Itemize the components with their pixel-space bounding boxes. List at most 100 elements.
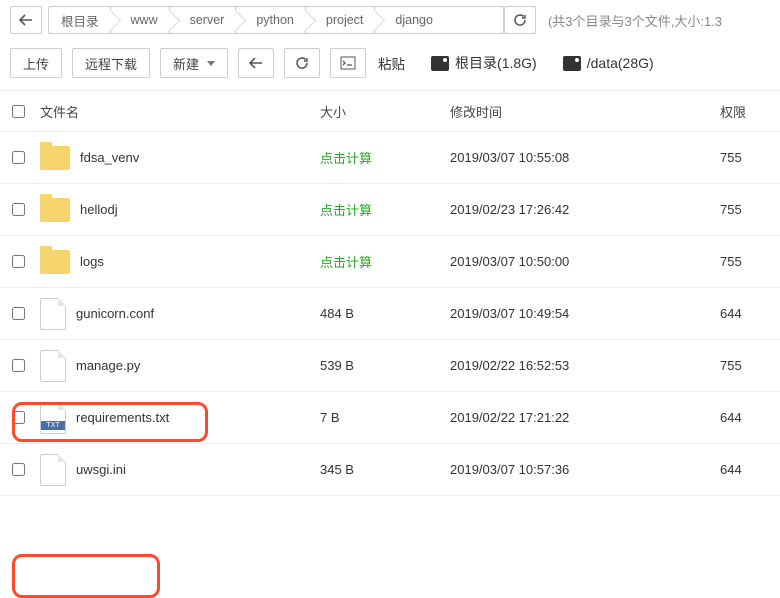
- col-perm[interactable]: 权限: [716, 102, 776, 121]
- refresh-button[interactable]: [504, 6, 536, 34]
- table-row[interactable]: fdsa_venv点击计算2019/03/07 10:55:08755: [0, 132, 780, 184]
- file-perm: 755: [716, 202, 776, 217]
- file-name[interactable]: fdsa_venv: [80, 150, 139, 165]
- file-size[interactable]: 点击计算: [316, 252, 446, 271]
- row-check-cell: [0, 463, 36, 476]
- row-check-cell: [0, 151, 36, 164]
- terminal-button[interactable]: [330, 48, 366, 78]
- remote-download-button[interactable]: 远程下载: [72, 48, 150, 78]
- file-perm: 755: [716, 150, 776, 165]
- file-name-cell: fdsa_venv: [36, 146, 316, 170]
- file-icon: [40, 350, 66, 382]
- arrow-left-icon: [19, 14, 33, 26]
- row-checkbox[interactable]: [12, 151, 25, 164]
- file-name[interactable]: manage.py: [76, 358, 140, 373]
- row-checkbox[interactable]: [12, 411, 25, 424]
- file-size: 7 B: [316, 410, 446, 425]
- breadcrumb-item[interactable]: python: [235, 6, 311, 34]
- file-name-cell: gunicorn.conf: [36, 298, 316, 330]
- disk-root[interactable]: 根目录(1.8G): [431, 53, 537, 73]
- file-perm: 755: [716, 358, 776, 373]
- upload-label: 上传: [23, 54, 49, 73]
- txt-file-icon: [40, 402, 66, 434]
- disk-icon: [563, 56, 581, 71]
- file-perm: 644: [716, 462, 776, 477]
- table-row[interactable]: logs 点击计算2019/03/07 10:50:00755: [0, 236, 780, 288]
- disk-data[interactable]: /data(28G): [563, 55, 654, 71]
- paste-label[interactable]: 粘贴: [378, 53, 405, 73]
- row-check-cell: [0, 307, 36, 320]
- file-name-cell: manage.py: [36, 350, 316, 382]
- row-check-cell: [0, 203, 36, 216]
- toolbar-back-button[interactable]: [238, 48, 274, 78]
- file-name[interactable]: hellodj: [80, 202, 118, 217]
- new-button[interactable]: 新建: [160, 48, 228, 78]
- file-name[interactable]: gunicorn.conf: [76, 306, 154, 321]
- upload-button[interactable]: 上传: [10, 48, 62, 78]
- file-name[interactable]: logs: [80, 254, 104, 269]
- toolbar: 上传 远程下载 新建 粘贴 根目录(1.8G) /data(28G): [0, 40, 780, 90]
- file-icon: [40, 298, 66, 330]
- row-check-cell: [0, 255, 36, 268]
- row-checkbox[interactable]: [12, 307, 25, 320]
- row-checkbox[interactable]: [12, 255, 25, 268]
- file-size: 539 B: [316, 358, 446, 373]
- col-size[interactable]: 大小: [316, 102, 446, 121]
- arrow-left-icon: [249, 57, 263, 69]
- refresh-icon: [295, 56, 309, 70]
- breadcrumb-item[interactable]: 根目录: [48, 6, 116, 34]
- file-mtime: 2019/03/07 10:57:36: [446, 462, 716, 477]
- table-row[interactable]: uwsgi.ini 345 B2019/03/07 10:57:36644: [0, 444, 780, 496]
- folder-icon: [40, 146, 70, 170]
- terminal-icon: [340, 56, 356, 70]
- file-perm: 644: [716, 410, 776, 425]
- disk-data-label: /data(28G): [587, 55, 654, 71]
- back-button[interactable]: [10, 6, 42, 34]
- file-size: 484 B: [316, 306, 446, 321]
- file-name[interactable]: uwsgi.ini: [76, 462, 126, 477]
- file-mtime: 2019/02/22 16:52:53: [446, 358, 716, 373]
- file-perm: 644: [716, 306, 776, 321]
- table-row[interactable]: requirements.txt 7 B2019/02/22 17:21:2264…: [0, 392, 780, 444]
- remote-download-label: 远程下载: [85, 54, 137, 73]
- breadcrumbs: 根目录wwwserverpythonprojectdjango: [48, 6, 498, 34]
- disk-root-label: 根目录(1.8G): [455, 53, 537, 73]
- file-name-cell: logs: [36, 250, 316, 274]
- disk-icon: [431, 56, 449, 71]
- row-checkbox[interactable]: [12, 203, 25, 216]
- file-table: 文件名 大小 修改时间 权限 fdsa_venv点击计算2019/03/07 1…: [0, 90, 780, 496]
- row-check-cell: [0, 359, 36, 372]
- col-name[interactable]: 文件名: [36, 102, 316, 121]
- file-size[interactable]: 点击计算: [316, 200, 446, 219]
- row-checkbox[interactable]: [12, 359, 25, 372]
- file-mtime: 2019/02/22 17:21:22: [446, 410, 716, 425]
- refresh-icon: [513, 13, 527, 27]
- file-perm: 755: [716, 254, 776, 269]
- toolbar-refresh-button[interactable]: [284, 48, 320, 78]
- col-mtime[interactable]: 修改时间: [446, 102, 716, 121]
- folder-icon: [40, 250, 70, 274]
- file-name[interactable]: requirements.txt: [76, 410, 169, 425]
- chevron-down-icon: [207, 61, 215, 66]
- file-size[interactable]: 点击计算: [316, 148, 446, 167]
- top-bar: 根目录wwwserverpythonprojectdjango (共3个目录与3…: [0, 0, 780, 40]
- row-checkbox[interactable]: [12, 463, 25, 476]
- file-name-cell: hellodj: [36, 198, 316, 222]
- file-mtime: 2019/02/23 17:26:42: [446, 202, 716, 217]
- file-mtime: 2019/03/07 10:49:54: [446, 306, 716, 321]
- table-header: 文件名 大小 修改时间 权限: [0, 90, 780, 132]
- table-row[interactable]: hellodj 点击计算2019/02/23 17:26:42755: [0, 184, 780, 236]
- file-name-cell: requirements.txt: [36, 402, 316, 434]
- file-icon: [40, 454, 66, 486]
- table-row[interactable]: gunicorn.conf 484 B2019/03/07 10:49:54644: [0, 288, 780, 340]
- file-mtime: 2019/03/07 10:50:00: [446, 254, 716, 269]
- table-row[interactable]: manage.py 539 B2019/02/22 16:52:53755: [0, 340, 780, 392]
- file-name-cell: uwsgi.ini: [36, 454, 316, 486]
- row-check-cell: [0, 411, 36, 424]
- file-size: 345 B: [316, 462, 446, 477]
- breadcrumb-item[interactable]: django: [374, 6, 504, 34]
- select-all-checkbox[interactable]: [12, 105, 25, 118]
- select-all-cell: [0, 105, 36, 118]
- summary-text: (共3个目录与3个文件,大小:1.3: [548, 11, 722, 30]
- highlight-annotation: [12, 554, 160, 598]
